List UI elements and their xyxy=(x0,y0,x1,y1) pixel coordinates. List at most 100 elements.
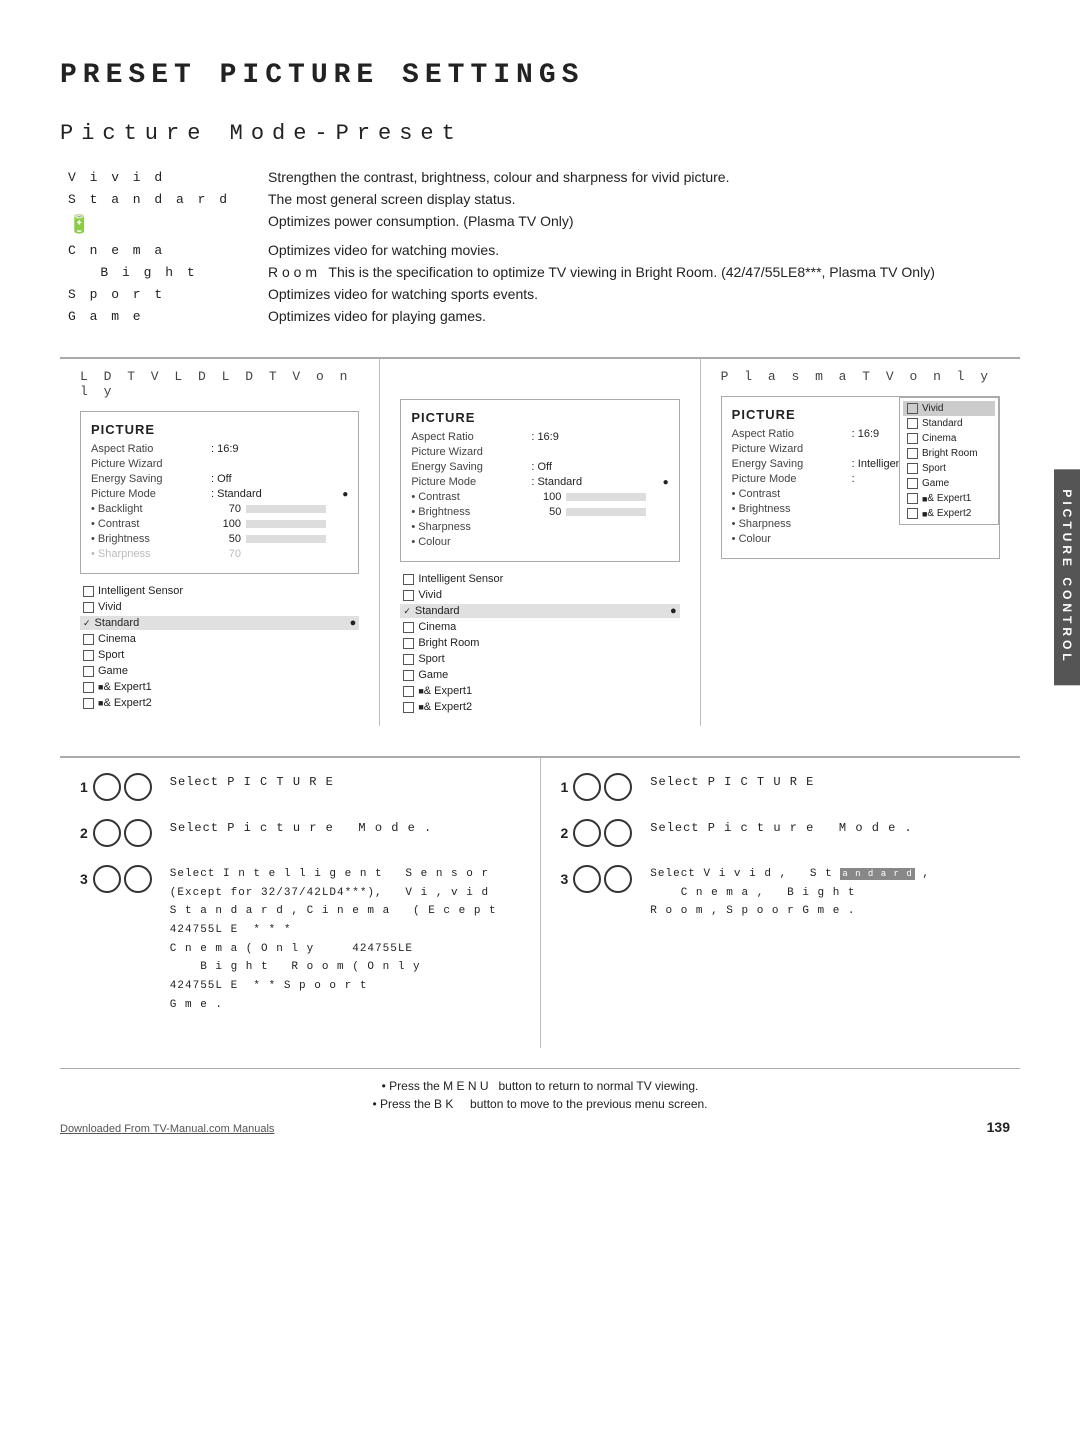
list-item: ✓ Standard ● xyxy=(80,616,359,630)
energy-row-2: Energy Saving : Off xyxy=(411,461,668,473)
step-p2-number: 2 xyxy=(561,819,636,847)
section-title: Picture Mode-Preset xyxy=(60,121,1020,146)
step-p1-row: 1 Select P I C T U R E xyxy=(561,773,1001,801)
step-p3-text: Select V i v i d , S t a n d a r d , C n… xyxy=(650,865,930,921)
vivid-checkbox xyxy=(83,602,94,613)
label: & Expert1 xyxy=(424,685,472,697)
sport-2 xyxy=(403,654,414,665)
label: Intelligent Sensor xyxy=(418,573,503,585)
expert2-2 xyxy=(403,702,414,713)
label: Game xyxy=(418,669,448,681)
dropdown-game: Game xyxy=(903,476,995,491)
step-p1-btn-a xyxy=(573,773,601,801)
plasma-column: P l a s m a T V o n l y PICTURE Aspect R… xyxy=(701,357,1020,726)
picturemode-value-3: : xyxy=(852,473,855,485)
aspect-label-2: Aspect Ratio xyxy=(411,431,531,443)
backlight-label: • Backlight xyxy=(91,503,211,515)
expert1-2 xyxy=(403,686,414,697)
step-3-number: 3 xyxy=(80,865,155,893)
brightness-label-2: • Brightness xyxy=(411,506,531,518)
mode-desc: Optimizes video for watching movies. xyxy=(260,239,1020,261)
list-item: Game xyxy=(400,668,679,682)
side-tab: PICTURE CONTROL xyxy=(1054,470,1080,685)
intelligent-sensor-label: Intelligent Sensor xyxy=(98,585,183,597)
step-1-text: Select P I C T U R E xyxy=(170,773,334,792)
aspect-value-3: : 16:9 xyxy=(852,428,880,440)
list-item: ■ & Expert1 xyxy=(80,680,359,694)
sharpness-row-2: • Sharpness xyxy=(411,521,668,533)
brightroom-dd-label: Bright Room xyxy=(922,448,978,459)
standard-check-2: ✓ xyxy=(403,606,411,617)
contrast-row: • Contrast 100 xyxy=(91,518,348,530)
game-dd-label: Game xyxy=(922,478,949,489)
brightroom-2 xyxy=(403,638,414,649)
label: & Expert2 xyxy=(424,701,472,713)
cinema-label: Cinema xyxy=(98,633,136,645)
sport-checkbox xyxy=(83,650,94,661)
mode-desc: Optimizes video for playing games. xyxy=(260,305,1020,327)
expert2-dd-checkbox xyxy=(907,508,918,519)
step-3-row: 3 Select I n t e l l i g e n t S e n s o… xyxy=(80,865,520,1015)
step-1-number: 1 xyxy=(80,773,155,801)
step-3-btn-b xyxy=(124,865,152,893)
list-item: Intelligent Sensor xyxy=(80,584,359,598)
game-checkbox xyxy=(83,666,94,677)
standard-check: ✓ xyxy=(83,618,91,629)
picturemode-label: Picture Mode xyxy=(91,488,211,500)
contrast-row-2: • Contrast 100 xyxy=(411,491,668,503)
picturemode-row-2: Picture Mode : Standard ● xyxy=(411,476,668,488)
picturemode-label-3: Picture Mode xyxy=(732,473,852,485)
plasma-dropdown: Vivid Standard Cinema Bright Room xyxy=(899,397,999,525)
list-item: Bright Room xyxy=(400,636,679,650)
sport-label: Sport xyxy=(98,649,124,661)
vivid-dd-checkbox xyxy=(907,403,918,414)
game-label: Game xyxy=(98,665,128,677)
label: Sport xyxy=(418,653,444,665)
wizard-label-3: Picture Wizard xyxy=(732,443,852,455)
list-item: ■ & Expert1 xyxy=(400,684,679,698)
sharpness-label: • Sharpness xyxy=(91,548,211,560)
dropdown-brightroom: Bright Room xyxy=(903,446,995,461)
mode-desc: Strengthen the contrast, brightness, col… xyxy=(260,166,1020,188)
step-2-text: Select P i c t u r e M o d e . xyxy=(170,819,432,838)
energy-label: Energy Saving xyxy=(91,473,211,485)
step-p1-number: 1 xyxy=(561,773,636,801)
game-dd-checkbox xyxy=(907,478,918,489)
energy-value-2: : Off xyxy=(531,461,552,473)
label: Standard xyxy=(415,605,460,617)
table-row: C n e m a Optimizes video for watching m… xyxy=(60,239,1020,261)
expert1-checkbox xyxy=(83,682,94,693)
brightness-bar-2 xyxy=(566,508,646,516)
mode-name: V i v i d xyxy=(60,166,260,188)
list-item: Cinema xyxy=(400,620,679,634)
mode-table: V i v i d Strengthen the contrast, brigh… xyxy=(60,166,1020,327)
expert1-dd-checkbox xyxy=(907,493,918,504)
brightroom-dd-checkbox xyxy=(907,448,918,459)
step-1-row: 1 Select P I C T U R E xyxy=(80,773,520,801)
footer-link[interactable]: Downloaded From TV-Manual.com Manuals xyxy=(60,1123,274,1135)
cinema-checkbox xyxy=(83,634,94,645)
lcd2-column: PICTURE Aspect Ratio : 16:9 Picture Wiza… xyxy=(380,357,700,726)
standard-label: Standard xyxy=(95,617,140,629)
contrast-value-2: 100 xyxy=(531,491,561,503)
mode-name: S t a n d a r d xyxy=(60,188,260,210)
brightness-value-2: 50 xyxy=(531,506,561,518)
dropdown-standard: Standard xyxy=(903,416,995,431)
brightness-bar xyxy=(246,535,326,543)
step-p2-btn-a xyxy=(573,819,601,847)
brightness-row-2: • Brightness 50 xyxy=(411,506,668,518)
mode-name: 🔋 xyxy=(60,210,260,239)
cinema-2 xyxy=(403,622,414,633)
steps-lcd-col: 1 Select P I C T U R E 2 Select P i c t … xyxy=(60,758,541,1048)
dropdown-expert1: ■ & Expert1 xyxy=(903,491,995,506)
sharpness-row: • Sharpness 70 xyxy=(91,548,348,560)
step-p3-row: 3 Select V i v i d , S t a n d a r d , C… xyxy=(561,865,1001,921)
expert1-label: & Expert1 xyxy=(103,681,151,693)
mode-name: B i g h t xyxy=(60,261,260,283)
list-item: Vivid xyxy=(80,600,359,614)
lcd-header: L D T V L D L D T V o n l y xyxy=(80,369,359,399)
step-p3-btn-a xyxy=(573,865,601,893)
intelligent-sensor-checkbox xyxy=(83,586,94,597)
game-2 xyxy=(403,670,414,681)
sharpness-value: 70 xyxy=(211,548,241,560)
